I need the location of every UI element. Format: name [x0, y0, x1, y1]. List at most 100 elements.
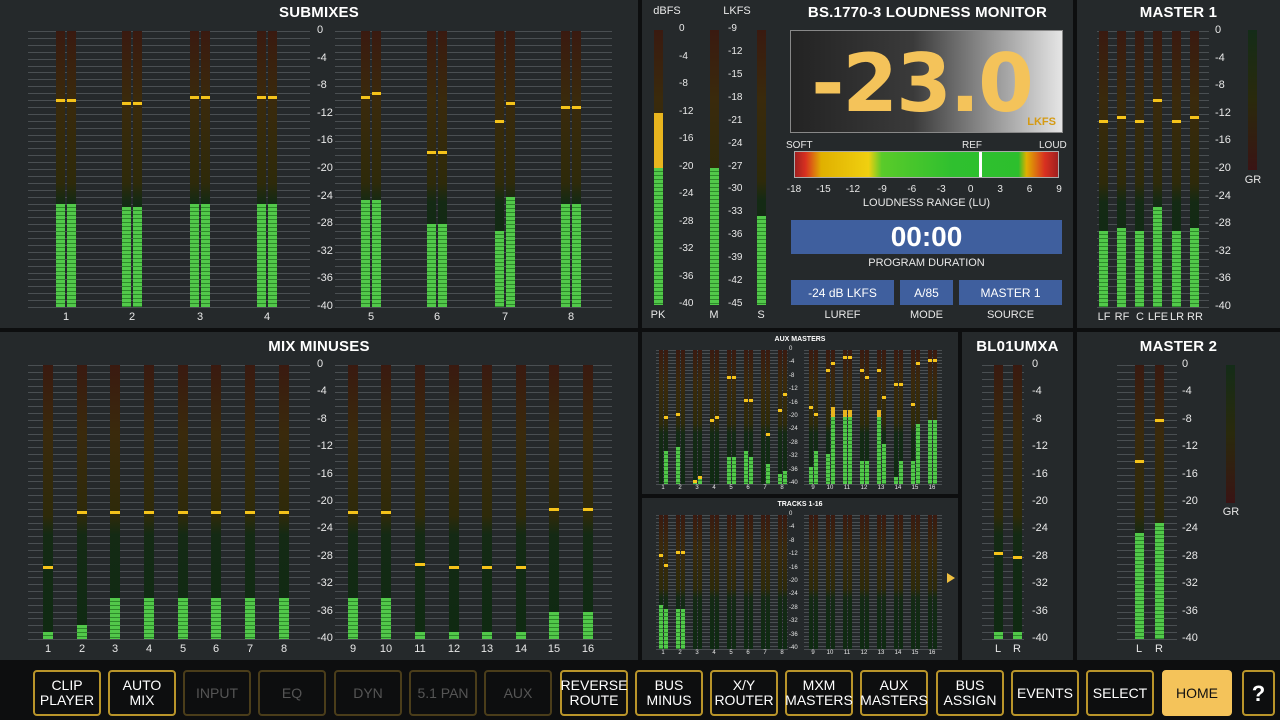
range-label: LOUDNESS RANGE (LU): [862, 197, 991, 209]
scale-tick: [1117, 440, 1177, 441]
meter-fill-green: [43, 632, 53, 639]
toolbar-button-x-y-router[interactable]: X/Y ROUTER: [710, 670, 778, 716]
scale-tick: [1117, 399, 1177, 400]
scale-tick: [804, 464, 942, 465]
mini-meter: [664, 350, 668, 484]
mini-scale-label: -24: [789, 591, 798, 597]
scale-tick: [335, 536, 612, 537]
toolbar-button-dyn[interactable]: DYN: [334, 670, 402, 716]
scale-label: -20: [317, 495, 333, 507]
scale-label: -16: [679, 133, 694, 144]
scale-tick: [28, 598, 310, 599]
luref-button[interactable]: -24 dB LKFS: [791, 280, 894, 305]
mini-meter: [831, 515, 835, 649]
scale-tick: [804, 424, 942, 425]
meter-fill-green: [549, 611, 559, 639]
scale-tick: [28, 516, 310, 517]
source-button[interactable]: MASTER 1: [959, 280, 1062, 305]
meter-fill-green: [877, 417, 881, 484]
meter-fill-yellow: [654, 112, 663, 168]
mix-minus-label: 14: [514, 643, 528, 655]
toolbar-button-reverse-route[interactable]: REVERSE ROUTE: [560, 670, 628, 716]
peak-marker: [211, 511, 221, 515]
program-duration-label: PROGRAM DURATION: [868, 257, 985, 269]
toolbar-button-input[interactable]: INPUT: [183, 670, 251, 716]
scale-tick: [804, 414, 942, 415]
toolbar-button-bus-minus[interactable]: BUS MINUS: [635, 670, 703, 716]
scale-tick: [1117, 379, 1177, 380]
mix-minus-meter: [279, 365, 289, 639]
help-button[interactable]: ?: [1242, 670, 1275, 716]
submix-channel-label: 6: [433, 311, 441, 323]
toolbar-button-select[interactable]: SELECT: [1086, 670, 1154, 716]
toolbar-button-events[interactable]: EVENTS: [1011, 670, 1079, 716]
scale-tick: [1117, 591, 1177, 592]
peak-marker: [361, 95, 370, 99]
aux-masters-panel[interactable]: AUX MASTERS 0 -4 -8 -12 -16 -20 -24 -28 -32 -36 -4…: [642, 332, 958, 494]
scale-tick: [804, 474, 942, 475]
mix-minus-meter: [178, 365, 188, 639]
scale-tick: [335, 440, 612, 441]
scale-tick: [335, 399, 612, 400]
bl01-meter: [1013, 365, 1022, 639]
tracks-panel[interactable]: TRACKS 1-16 0 -4 -8 -12 -16 -20 -24 -28 -32 -36 -4…: [642, 498, 958, 660]
toolbar-button-aux-masters[interactable]: AUX MASTERS: [860, 670, 928, 716]
mini-scale-label: 0: [789, 511, 793, 517]
scale-tick: [28, 618, 310, 619]
scale-tick: [335, 481, 612, 482]
peak-marker: [916, 362, 920, 366]
scale-tick: [28, 434, 310, 435]
scale-tick: [804, 410, 942, 411]
toolbar-button-5-1-pan[interactable]: 5.1 PAN: [409, 670, 477, 716]
mini-scale-label: -4: [789, 524, 795, 530]
expand-arrow-icon[interactable]: [947, 573, 955, 583]
meter-fill-green: [1013, 632, 1022, 639]
scale-label: -4: [317, 385, 327, 397]
toolbar-button-auto-mix[interactable]: AUTO MIX: [108, 670, 176, 716]
scale-tick: [28, 543, 310, 544]
toolbar-button-bus-assign[interactable]: BUS ASSIGN: [936, 670, 1004, 716]
meter-background: [814, 515, 818, 649]
range-tick-label: -18: [786, 184, 802, 195]
scale-tick: [335, 618, 612, 619]
toolbar-button-home[interactable]: HOME: [1162, 670, 1232, 716]
toolbar-button-clip-player[interactable]: CLIP PLAYER: [33, 670, 101, 716]
peak-marker: [778, 409, 782, 413]
scale-tick: [804, 565, 942, 566]
mini-meter: [727, 515, 731, 649]
scale-label: -15: [728, 69, 743, 80]
toolbar-button-mxm-masters[interactable]: MXM MASTERS: [785, 670, 853, 716]
scale-label: -12: [728, 46, 743, 57]
meter-background: [933, 515, 937, 649]
submix-channel-label: 1: [62, 311, 70, 323]
peak-marker: [831, 362, 835, 366]
peak-marker: [928, 359, 932, 363]
scale-label: -16: [317, 134, 333, 146]
scale-tick: [804, 471, 942, 472]
master1-meter: [1099, 31, 1108, 307]
mini-scale-label: -28: [789, 605, 798, 611]
meter-background: [693, 350, 697, 484]
scale-tick: [28, 399, 310, 400]
scale-tick: [804, 461, 942, 462]
mini-meter: [732, 515, 736, 649]
scale-label: -28: [679, 216, 694, 227]
scale-tick: [804, 572, 942, 573]
meter-fill-green: [882, 443, 886, 484]
meter-fill-green: [676, 447, 680, 484]
scale-label: -42: [728, 275, 743, 286]
meter-fill-green: [201, 203, 210, 307]
mini-meter: [766, 350, 770, 484]
mini-meter: [664, 515, 668, 649]
pk-label: PK: [650, 309, 666, 321]
peak-marker: [1190, 116, 1199, 120]
scale-tick: [804, 454, 942, 455]
scale-tick: [804, 515, 942, 516]
meter-background: [894, 515, 898, 649]
peak-marker: [1099, 119, 1108, 123]
toolbar-button-aux[interactable]: AUX: [484, 670, 552, 716]
scale-tick: [804, 444, 942, 445]
scale-tick: [804, 542, 942, 543]
toolbar-button-eq[interactable]: EQ: [258, 670, 326, 716]
mode-button[interactable]: A/85: [900, 280, 953, 305]
